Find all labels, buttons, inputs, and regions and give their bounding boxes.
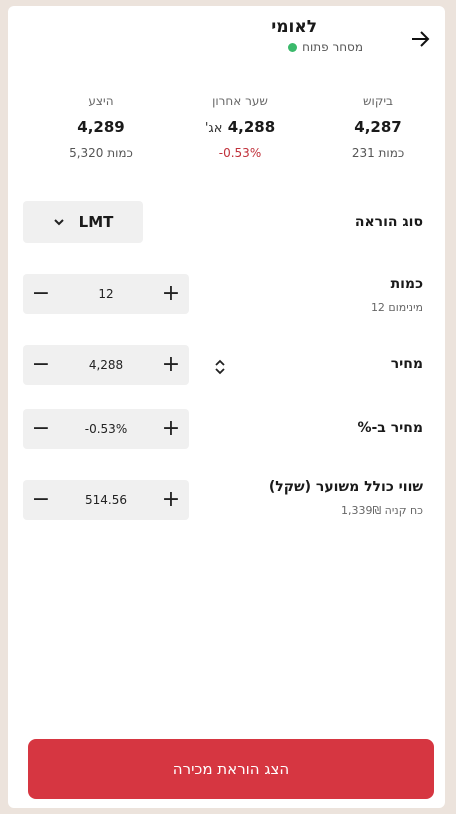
total-plus-button[interactable]: +	[153, 480, 189, 520]
price-pct-value[interactable]: -0.53%	[85, 422, 127, 436]
price-value[interactable]: 4,288	[89, 358, 123, 372]
quantity-minus-button[interactable]: −	[23, 274, 59, 314]
ask-label: היצע	[88, 94, 114, 108]
total-minus-button[interactable]: −	[23, 480, 59, 520]
quantity-label: כמות	[390, 276, 423, 292]
quantity-value[interactable]: 12	[98, 287, 113, 301]
last-price-label: שער אחרון	[212, 94, 268, 108]
quantity-plus-button[interactable]: +	[153, 274, 189, 314]
bid-label: ביקוש	[363, 94, 393, 108]
last-price-column: שער אחרון 4,288 אג' -0.53%	[180, 94, 300, 160]
quantity-min: מינימום 12	[370, 301, 423, 314]
submit-sell-order-button[interactable]: הצג הוראת מכירה	[28, 739, 434, 799]
price-stepper[interactable]: − 4,288 +	[23, 345, 189, 385]
price-minus-button[interactable]: −	[23, 345, 59, 385]
ask-price: 4,289	[77, 118, 125, 136]
market-status-text: מסחר פתוח	[302, 40, 363, 54]
back-arrow-icon[interactable]	[408, 26, 434, 52]
quantity-stepper[interactable]: − 12 +	[23, 274, 189, 314]
price-pct-label: מחיר ב-%	[357, 420, 423, 436]
price-pct-stepper[interactable]: − -0.53% +	[23, 409, 189, 449]
price-plus-button[interactable]: +	[153, 345, 189, 385]
market-status: מסחר פתוח	[288, 40, 363, 54]
bid-quantity: כמות 231	[351, 146, 405, 160]
total-value[interactable]: 514.56	[85, 493, 127, 507]
price-toggle-icon[interactable]	[213, 358, 227, 376]
bid-price: 4,287	[354, 118, 402, 136]
order-type-select[interactable]: LMT	[23, 201, 143, 243]
last-price-value: 4,288	[227, 118, 276, 136]
status-dot-icon	[288, 42, 298, 52]
ask-column: היצע 4,289 כמות 5,320	[41, 94, 161, 160]
last-price-unit: אג'	[204, 121, 223, 136]
bid-column: ביקוש 4,287 כמות 231	[318, 94, 438, 160]
order-type-value: LMT	[78, 213, 114, 231]
ask-quantity: כמות 5,320	[69, 146, 133, 160]
buying-power: כח קניה 1,339₪	[341, 504, 423, 517]
price-change: -0.53%	[218, 146, 262, 160]
price-label: מחיר	[390, 356, 423, 372]
last-price: 4,288 אג'	[180, 118, 300, 136]
order-screen: לאומי מסחר פתוח ביקוש 4,287 כמות 231 שער…	[8, 6, 445, 808]
order-type-label: סוג הוראה	[354, 214, 423, 230]
price-pct-minus-button[interactable]: −	[23, 409, 59, 449]
chevron-down-icon	[53, 219, 64, 226]
total-stepper[interactable]: − 514.56 +	[23, 480, 189, 520]
stock-name: לאומי	[271, 17, 317, 37]
total-label: שווי כולל משוער (שקל)	[268, 479, 423, 495]
price-pct-plus-button[interactable]: +	[153, 409, 189, 449]
